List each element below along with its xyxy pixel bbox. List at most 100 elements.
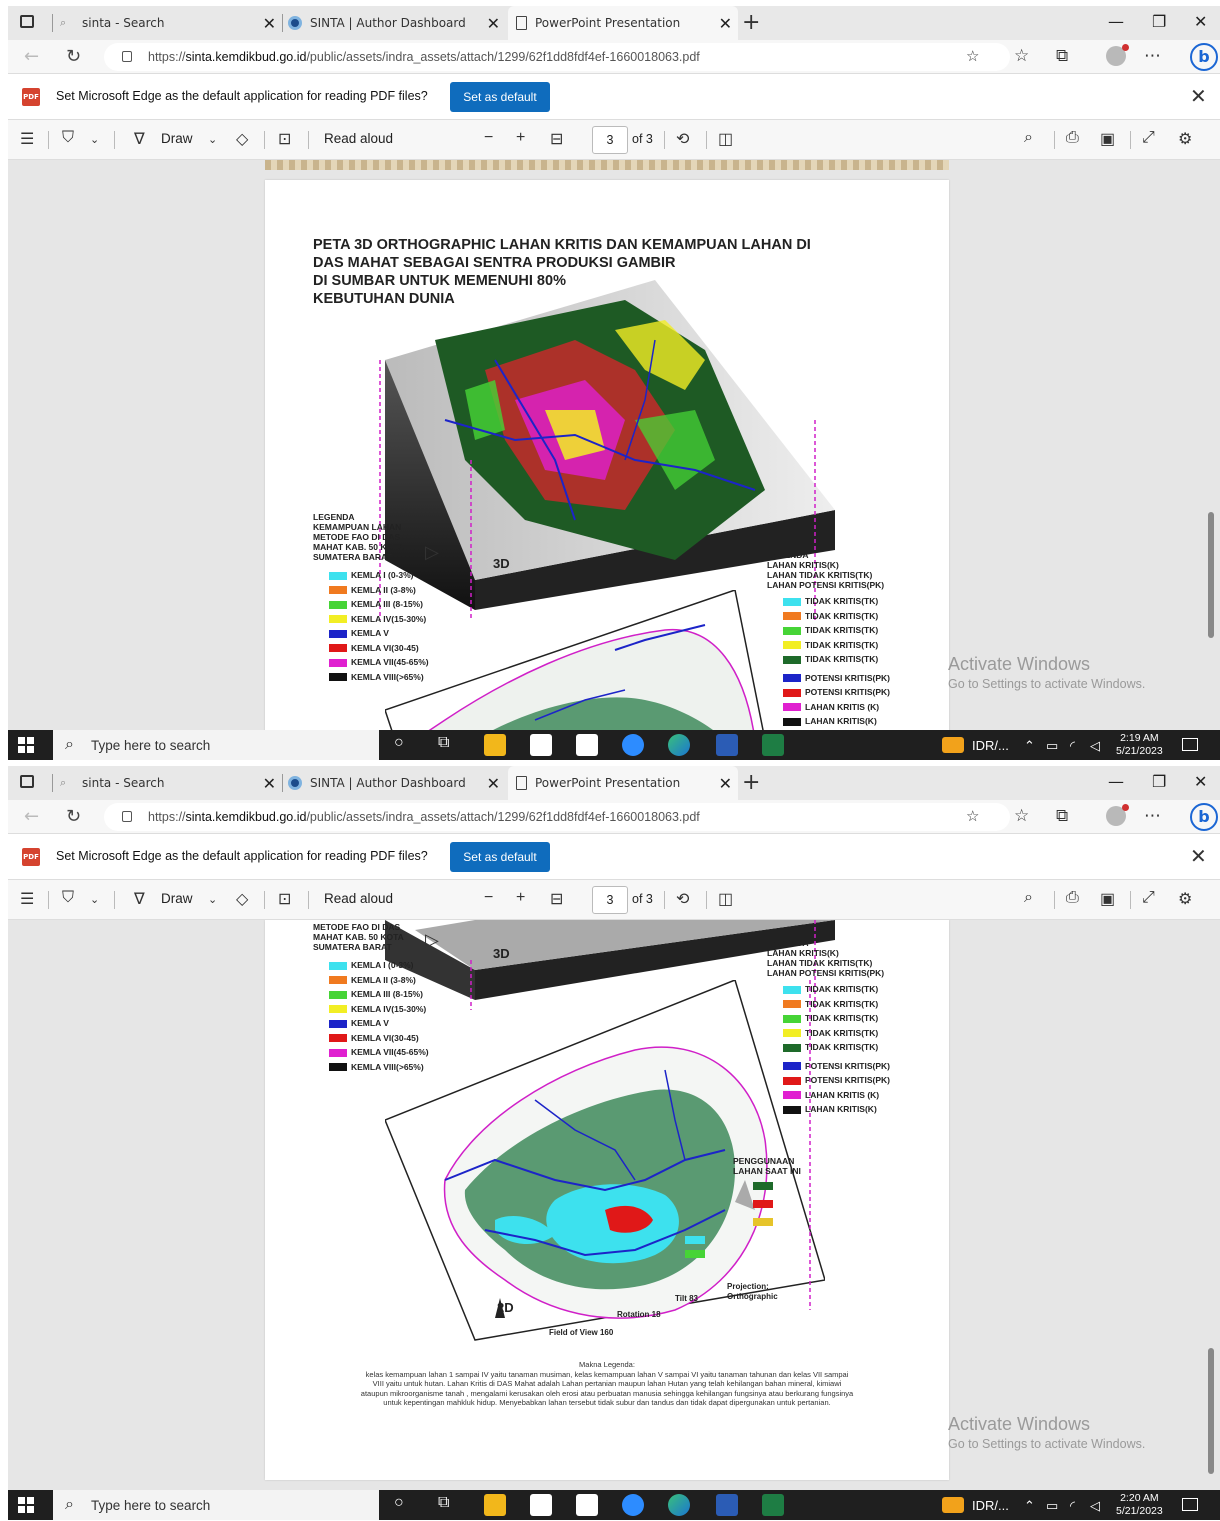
back-icon[interactable]: ←: [24, 46, 39, 67]
tab-sinta-author-dashboard[interactable]: SINTA | Author Dashboard ✕: [288, 766, 506, 800]
save-icon[interactable]: ▣: [1100, 889, 1115, 909]
draw-icon[interactable]: ∇: [134, 129, 145, 149]
print-icon[interactable]: ⎙: [1066, 889, 1079, 907]
read-aloud-star-icon[interactable]: ☆: [966, 47, 979, 65]
close-tab-icon[interactable]: ✕: [263, 774, 276, 793]
tab-sinta-author-dashboard[interactable]: SINTA | Author Dashboard ✕: [288, 6, 506, 40]
set-as-default-button[interactable]: Set as default: [450, 842, 550, 872]
settings-gear-icon[interactable]: ⚙: [1178, 889, 1192, 909]
erase-icon[interactable]: ◇: [236, 889, 248, 909]
cortana-icon[interactable]: ○: [394, 734, 404, 752]
close-window-icon[interactable]: ✕: [1194, 12, 1207, 31]
collections-icon[interactable]: ⧉: [1056, 806, 1068, 826]
tab-powerpoint-presentation[interactable]: PowerPoint Presentation ✕: [508, 6, 738, 40]
address-bar[interactable]: https://sinta.kemdikbud.go.id/public/ass…: [104, 43, 1010, 71]
volume-icon[interactable]: ◁: [1090, 738, 1100, 754]
read-aloud-star-icon[interactable]: ☆: [966, 807, 979, 825]
highlight-icon[interactable]: ⛉: [62, 129, 74, 147]
edge-browser-icon[interactable]: [668, 734, 690, 756]
notification-icon[interactable]: [1182, 738, 1198, 751]
close-infobar-icon[interactable]: ✕: [1190, 84, 1207, 108]
chevron-down-icon[interactable]: ⌄: [208, 893, 217, 906]
search-icon[interactable]: ⌕: [1024, 129, 1033, 147]
draw-icon[interactable]: ∇: [134, 889, 145, 909]
close-infobar-icon[interactable]: ✕: [1190, 844, 1207, 868]
task-view-icon[interactable]: ⧉: [438, 1494, 449, 1512]
tab-sinta-search[interactable]: ⌕ sinta - Search ✕: [60, 6, 282, 40]
taskbar-clock[interactable]: 2:19 AM 5/21/2023: [1116, 732, 1163, 758]
page-view-icon[interactable]: ◫: [718, 889, 733, 909]
page-number-input[interactable]: 3: [592, 126, 628, 154]
new-tab-icon[interactable]: +: [742, 770, 760, 795]
close-tab-icon[interactable]: ✕: [487, 774, 500, 793]
zoom-out-icon[interactable]: −: [484, 129, 493, 147]
excel-icon[interactable]: [762, 734, 784, 756]
fullscreen-icon[interactable]: ⤢: [1142, 889, 1155, 907]
back-icon[interactable]: ←: [24, 806, 39, 827]
new-tab-icon[interactable]: +: [742, 10, 760, 35]
excel-icon[interactable]: [762, 1494, 784, 1516]
add-text-icon[interactable]: ⊡: [278, 129, 291, 149]
tab-actions-icon[interactable]: [20, 775, 34, 788]
collections-icon[interactable]: ⧉: [1056, 46, 1068, 66]
draw-label[interactable]: Draw: [161, 131, 193, 146]
contents-icon[interactable]: ☰: [20, 889, 34, 909]
refresh-icon[interactable]: ↻: [66, 46, 81, 67]
minimize-icon[interactable]: —: [1108, 12, 1124, 31]
windows-start-icon[interactable]: [18, 737, 34, 753]
zoom-in-icon[interactable]: +: [516, 129, 525, 147]
tab-actions-icon[interactable]: [20, 15, 34, 28]
rotate-icon[interactable]: ⟲: [676, 889, 689, 909]
address-bar[interactable]: https://sinta.kemdikbud.go.id/public/ass…: [104, 803, 1010, 831]
windows-start-icon[interactable]: [18, 1497, 34, 1513]
microsoft-store-icon[interactable]: [530, 1494, 552, 1516]
page-view-icon[interactable]: ◫: [718, 129, 733, 149]
word-icon[interactable]: [716, 734, 738, 756]
restore-icon[interactable]: ❐: [1152, 12, 1166, 31]
zoom-out-icon[interactable]: −: [484, 889, 493, 907]
print-icon[interactable]: ⎙: [1066, 129, 1079, 147]
edge-browser-icon[interactable]: [668, 1494, 690, 1516]
word-icon[interactable]: [716, 1494, 738, 1516]
chevron-down-icon[interactable]: ⌄: [208, 133, 217, 146]
close-tab-icon[interactable]: ✕: [263, 14, 276, 33]
chevron-up-icon[interactable]: ⌃: [1024, 1498, 1035, 1514]
chevron-down-icon[interactable]: ⌄: [90, 133, 99, 146]
pdf-viewport[interactable]: PETA 3D ORTHOGRAPHIC LAHAN KRITIS DAN KE…: [8, 160, 1220, 730]
close-tab-icon[interactable]: ✕: [719, 14, 732, 33]
fullscreen-icon[interactable]: ⤢: [1142, 129, 1155, 147]
volume-icon[interactable]: ◁: [1090, 1498, 1100, 1514]
currency-indicator[interactable]: IDR/...: [972, 1498, 1009, 1513]
avatar[interactable]: [1106, 804, 1129, 826]
tab-sinta-search[interactable]: ⌕ sinta - Search ✕: [60, 766, 282, 800]
set-as-default-button[interactable]: Set as default: [450, 82, 550, 112]
taskbar-clock[interactable]: 2:20 AM 5/21/2023: [1116, 1492, 1163, 1518]
settings-gear-icon[interactable]: ⚙: [1178, 129, 1192, 149]
more-menu-icon[interactable]: ⋯: [1144, 806, 1161, 826]
zoom-app-icon[interactable]: [622, 734, 644, 756]
microsoft-store-icon[interactable]: [530, 734, 552, 756]
weather-icon[interactable]: [942, 1497, 964, 1513]
minimize-icon[interactable]: —: [1108, 772, 1124, 791]
battery-icon[interactable]: ▭: [1046, 738, 1058, 754]
read-aloud-button[interactable]: Read aloud: [324, 891, 393, 906]
save-icon[interactable]: ▣: [1100, 129, 1115, 149]
avatar[interactable]: [1106, 44, 1129, 66]
wifi-icon[interactable]: ◜: [1070, 1498, 1075, 1514]
fit-to-width-icon[interactable]: ⊟: [550, 129, 563, 149]
close-tab-icon[interactable]: ✕: [487, 14, 500, 33]
highlight-icon[interactable]: ⛉: [62, 889, 74, 907]
favorites-icon[interactable]: ☆: [1014, 806, 1029, 826]
favorites-icon[interactable]: ☆: [1014, 46, 1029, 66]
taskbar-search-box[interactable]: ⌕ Type here to search: [53, 1490, 379, 1520]
close-window-icon[interactable]: ✕: [1194, 772, 1207, 791]
task-view-icon[interactable]: ⧉: [438, 734, 449, 752]
battery-icon[interactable]: ▭: [1046, 1498, 1058, 1514]
chevron-down-icon[interactable]: ⌄: [90, 893, 99, 906]
zoom-app-icon[interactable]: [622, 1494, 644, 1516]
file-explorer-icon[interactable]: [484, 1494, 506, 1516]
wifi-icon[interactable]: ◜: [1070, 738, 1075, 754]
fit-to-width-icon[interactable]: ⊟: [550, 889, 563, 909]
vertical-scrollbar[interactable]: [1208, 1348, 1214, 1474]
notification-icon[interactable]: [1182, 1498, 1198, 1511]
